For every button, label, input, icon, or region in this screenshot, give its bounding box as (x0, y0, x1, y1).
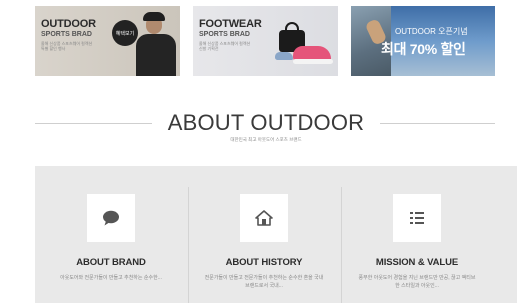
banner-title: FOOTWEAR (199, 18, 262, 30)
divider-right (380, 123, 495, 124)
section-title: ABOUT OUTDOOR (167, 110, 365, 135)
banner-description: 올해 신상품 스포츠웨어 컬렉션 특별 할인 행사 (41, 41, 93, 51)
about-brand-card[interactable]: ABOUT BRAND 아웃도어와 전문가들이 만들고 추천하는 순수한... (35, 166, 187, 303)
banner-subtitle: SPORTS BRAD (199, 31, 250, 38)
list-icon[interactable] (393, 194, 441, 242)
about-brand-description: 아웃도어와 전문가들이 만들고 추천하는 순수한... (60, 275, 162, 281)
about-history-description: 전문가들이 만들고 전문가들이 추천하는 순수한 혼을 국내 브랜드로서 국내.… (204, 275, 324, 289)
divider-left (35, 123, 152, 124)
speech-bubble-icon[interactable] (87, 194, 135, 242)
banner-sale[interactable]: OUTDOOR 오픈기념 최대 70% 할인 (351, 6, 495, 76)
about-brand-title: ABOUT BRAND (76, 257, 146, 268)
model-image (132, 6, 180, 76)
about-section: ABOUT BRAND 아웃도어와 전문가들이 만들고 추천하는 순수한... … (35, 166, 517, 303)
banner-discount: 최대 70% 할인 (381, 41, 466, 57)
about-history-title: ABOUT HISTORY (225, 257, 303, 268)
about-history-card[interactable]: ABOUT HISTORY 전문가들이 만들고 전문가들이 추천하는 순수한 혼… (188, 166, 340, 303)
banner-description: 올해 신상품 스포츠웨어 컬렉션 신발 기획전 (199, 41, 251, 51)
banner-footwear[interactable]: FOOTWEAR SPORTS BRAD 올해 신상품 스포츠웨어 컬렉션 신발… (193, 6, 338, 76)
home-icon[interactable] (240, 194, 288, 242)
banner-subtitle: SPORTS BRAD (41, 31, 92, 38)
banner-outdoor-sports[interactable]: OUTDOOR SPORTS BRAD 올해 신상품 스포츠웨어 컬렉션 특별 … (35, 6, 180, 76)
banner-title: OUTDOOR (41, 18, 96, 30)
banner-badge[interactable]: 혜택보기 (112, 20, 138, 46)
promo-banners: OUTDOOR SPORTS BRAD 올해 신상품 스포츠웨어 컬렉션 특별 … (35, 6, 495, 76)
mission-value-card[interactable]: MISSION & VALUE 풍부한 아웃도어 경험을 지닌 브랜드만 만공,… (341, 166, 493, 303)
section-subtitle: 대한민국 최고 아웃도어 스포츠 브랜드 (230, 137, 302, 142)
mission-value-description: 풍부한 아웃도어 경험을 지닌 브랜드만 만공, 끊고 액티브한 스타일과 아웃… (358, 275, 476, 289)
mission-value-title: MISSION & VALUE (375, 257, 459, 268)
banner-title: OUTDOOR 오픈기념 (395, 27, 468, 36)
